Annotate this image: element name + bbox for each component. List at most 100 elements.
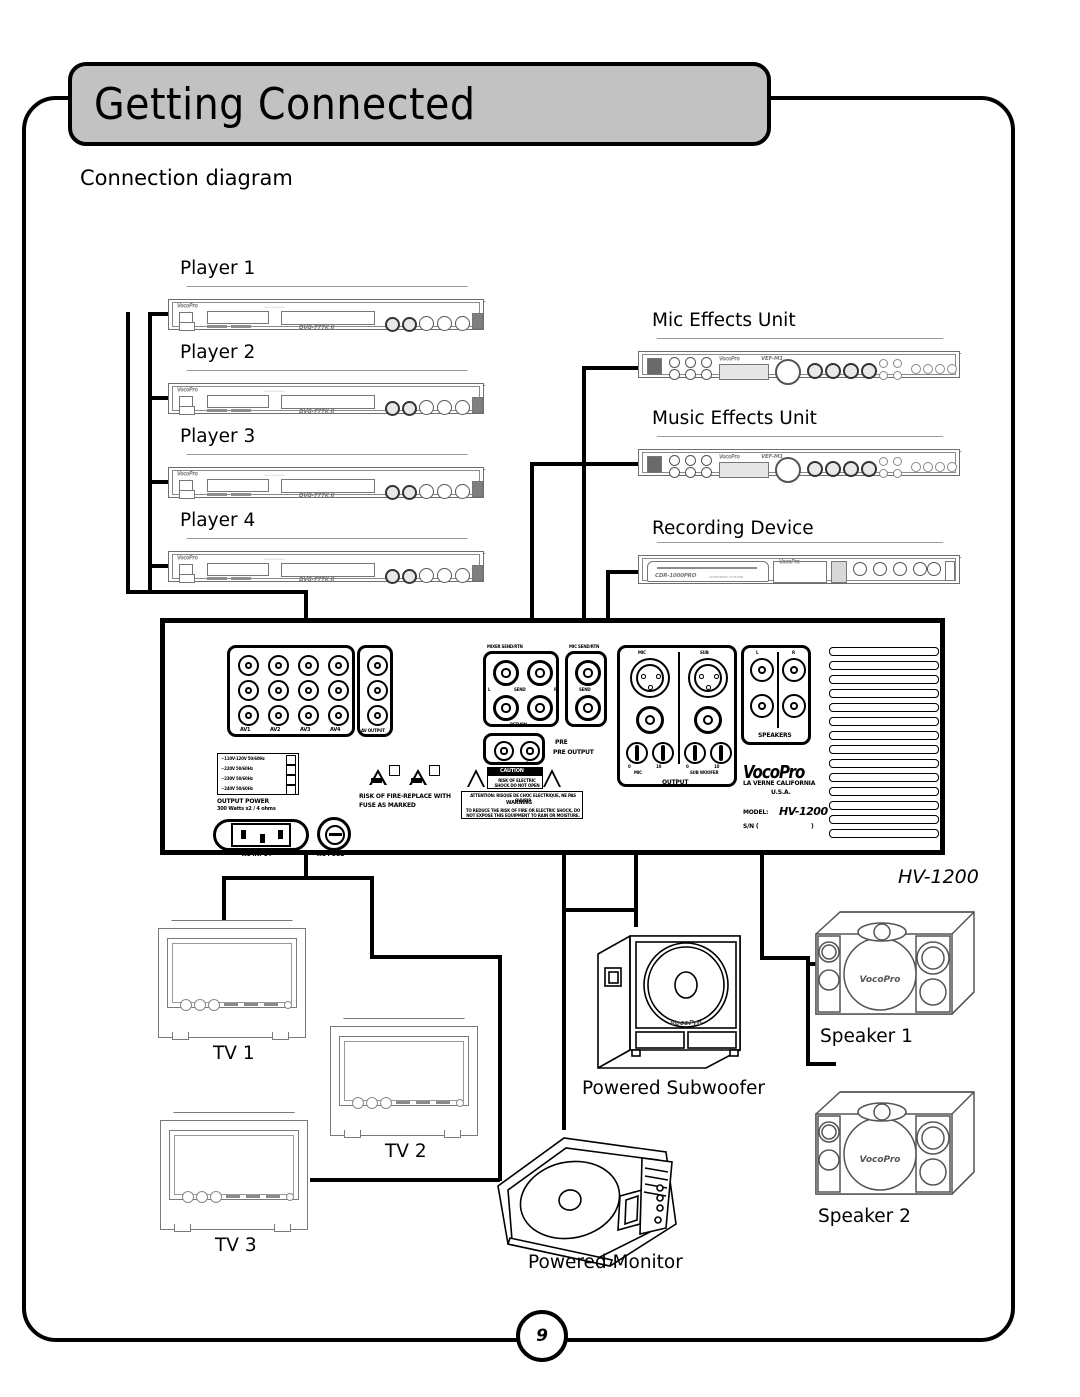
player-echo-knob[interactable]	[437, 484, 452, 499]
effects-input-knob-3[interactable]	[843, 363, 859, 379]
player-echo-knob[interactable]	[437, 400, 452, 415]
pre-output-left-jack[interactable]	[494, 741, 514, 761]
av1-left-jack[interactable]	[238, 680, 259, 701]
player-volume-knob[interactable]	[455, 400, 470, 415]
voltage-checkbox-4[interactable]	[286, 785, 296, 795]
device-tv-1[interactable]	[158, 920, 306, 1040]
device-recording-unit[interactable]: CDR-1000PRO CD RECORDER / CD PLAYER Voco…	[638, 542, 962, 584]
effects-input-knob-2[interactable]	[825, 461, 841, 477]
sub-output-level-knob-2[interactable]	[710, 742, 732, 764]
av4-right-jack[interactable]	[328, 705, 349, 726]
ac-fuse-holder[interactable]	[317, 817, 351, 851]
effects-power-switch[interactable]	[647, 358, 662, 375]
voltage-checkbox-2[interactable]	[286, 765, 296, 775]
av1-right-jack[interactable]	[238, 705, 259, 726]
tv-knob-3[interactable]	[380, 1097, 392, 1109]
player-mic1-knob[interactable]	[385, 401, 400, 416]
tv-knob-1[interactable]	[352, 1097, 364, 1109]
recorder-power-button[interactable]	[945, 561, 955, 581]
effects-knob-6[interactable]	[701, 369, 712, 380]
player-echo-knob[interactable]	[437, 568, 452, 583]
av2-right-jack[interactable]	[268, 705, 289, 726]
effects-input-knob-4[interactable]	[861, 461, 877, 477]
player-volume-knob[interactable]	[455, 484, 470, 499]
av1-video-jack[interactable]	[238, 655, 259, 676]
av4-left-jack[interactable]	[328, 680, 349, 701]
effects-button-1[interactable]	[911, 462, 921, 472]
mic-output-level-knob[interactable]	[626, 742, 648, 764]
effects-jog-wheel[interactable]	[775, 359, 801, 385]
pre-output-right-jack[interactable]	[520, 741, 540, 761]
player-volume-knob[interactable]	[455, 316, 470, 331]
effects-button-2[interactable]	[923, 462, 933, 472]
recorder-knob-2[interactable]	[873, 562, 887, 576]
effects-knob-3[interactable]	[701, 357, 712, 368]
device-player-4[interactable]: VocoPro DVG-777K II ••••••••••••••	[168, 538, 486, 584]
effects-button-3[interactable]	[935, 462, 945, 472]
effects-jog-wheel[interactable]	[775, 457, 801, 483]
recorder-knob-3[interactable]	[893, 562, 907, 576]
voltage-checkbox-3[interactable]	[286, 775, 296, 785]
effects-knob-6[interactable]	[701, 467, 712, 478]
av3-right-jack[interactable]	[298, 705, 319, 726]
recorder-knob-5[interactable]	[927, 562, 941, 576]
effects-power-switch[interactable]	[647, 456, 662, 473]
player-mic2-knob[interactable]	[402, 317, 417, 332]
effects-input-knob-4[interactable]	[861, 363, 877, 379]
effects-knob-4[interactable]	[669, 467, 680, 478]
effects-knob-2[interactable]	[685, 357, 696, 368]
effects-knob-3[interactable]	[701, 455, 712, 466]
mic-output-level-knob-2[interactable]	[652, 742, 674, 764]
effects-input-knob-1[interactable]	[807, 461, 823, 477]
player-key-knob[interactable]	[419, 568, 434, 583]
player-volume-knob[interactable]	[455, 568, 470, 583]
sub-trs-output[interactable]	[694, 706, 722, 734]
player-key-knob[interactable]	[419, 484, 434, 499]
tv-knob-2[interactable]	[196, 1191, 208, 1203]
speaker-left-pos-terminal[interactable]	[750, 658, 774, 682]
av-out-right-jack[interactable]	[367, 705, 388, 726]
effects-knob-2[interactable]	[685, 455, 696, 466]
tv-knob-2[interactable]	[194, 999, 206, 1011]
recorder-knob-1[interactable]	[853, 562, 867, 576]
ac-inlet-socket[interactable]	[231, 823, 291, 847]
player-mode-button[interactable]	[179, 322, 195, 331]
effects-button-3[interactable]	[935, 364, 945, 374]
player-mic2-knob[interactable]	[402, 485, 417, 500]
sub-xlr-output[interactable]	[688, 658, 728, 698]
effects-button-2[interactable]	[923, 364, 933, 374]
tv-knob-3[interactable]	[210, 1191, 222, 1203]
effects-button-4[interactable]	[947, 364, 957, 374]
device-player-2[interactable]: VocoPro DVG-777K II ••••••••••••••	[168, 370, 486, 416]
effects-knob-1[interactable]	[669, 455, 680, 466]
effects-input-knob-1[interactable]	[807, 363, 823, 379]
speaker-left-neg-terminal[interactable]	[750, 694, 774, 718]
player-mic2-knob[interactable]	[402, 569, 417, 584]
player-mic1-knob[interactable]	[385, 485, 400, 500]
av-out-left-jack[interactable]	[367, 680, 388, 701]
effects-knob-5[interactable]	[685, 369, 696, 380]
device-tv-3[interactable]	[160, 1112, 308, 1232]
effects-knob-5[interactable]	[685, 467, 696, 478]
speaker-right-pos-terminal[interactable]	[782, 658, 806, 682]
device-player-3[interactable]: VocoPro DVG-777K II ••••••••••••••	[168, 454, 486, 500]
mixer-send-left-jack[interactable]	[493, 660, 519, 686]
sub-output-level-knob[interactable]	[684, 742, 706, 764]
voltage-checkbox-1[interactable]	[286, 755, 296, 765]
device-amplifier-rear-panel[interactable]: AV1 AV2 AV3 AV4 AV OUTPUT ~110V-120V 50/…	[160, 618, 945, 858]
mic-send-jack[interactable]	[575, 660, 601, 686]
mic-xlr-output[interactable]	[630, 658, 670, 698]
effects-knob-4[interactable]	[669, 369, 680, 380]
device-mic-effects-unit[interactable]: VocoPro VEF-M1	[638, 338, 962, 385]
mixer-return-left-jack[interactable]	[493, 695, 519, 721]
device-music-effects-unit[interactable]: VocoPro VEF-M1	[638, 436, 962, 483]
device-speaker-1[interactable]: VocoPro	[806, 906, 986, 1026]
player-mode-button[interactable]	[179, 490, 195, 499]
voltage-selector-group[interactable]: ~110V-120V 50/60Hz ~220V 50/60Hz ~230V 5…	[217, 753, 299, 795]
mixer-return-right-jack[interactable]	[527, 695, 553, 721]
effects-input-knob-3[interactable]	[843, 461, 859, 477]
tv-knob-1[interactable]	[180, 999, 192, 1011]
av2-video-jack[interactable]	[268, 655, 289, 676]
recorder-knob-4[interactable]	[913, 562, 927, 576]
player-key-knob[interactable]	[419, 316, 434, 331]
